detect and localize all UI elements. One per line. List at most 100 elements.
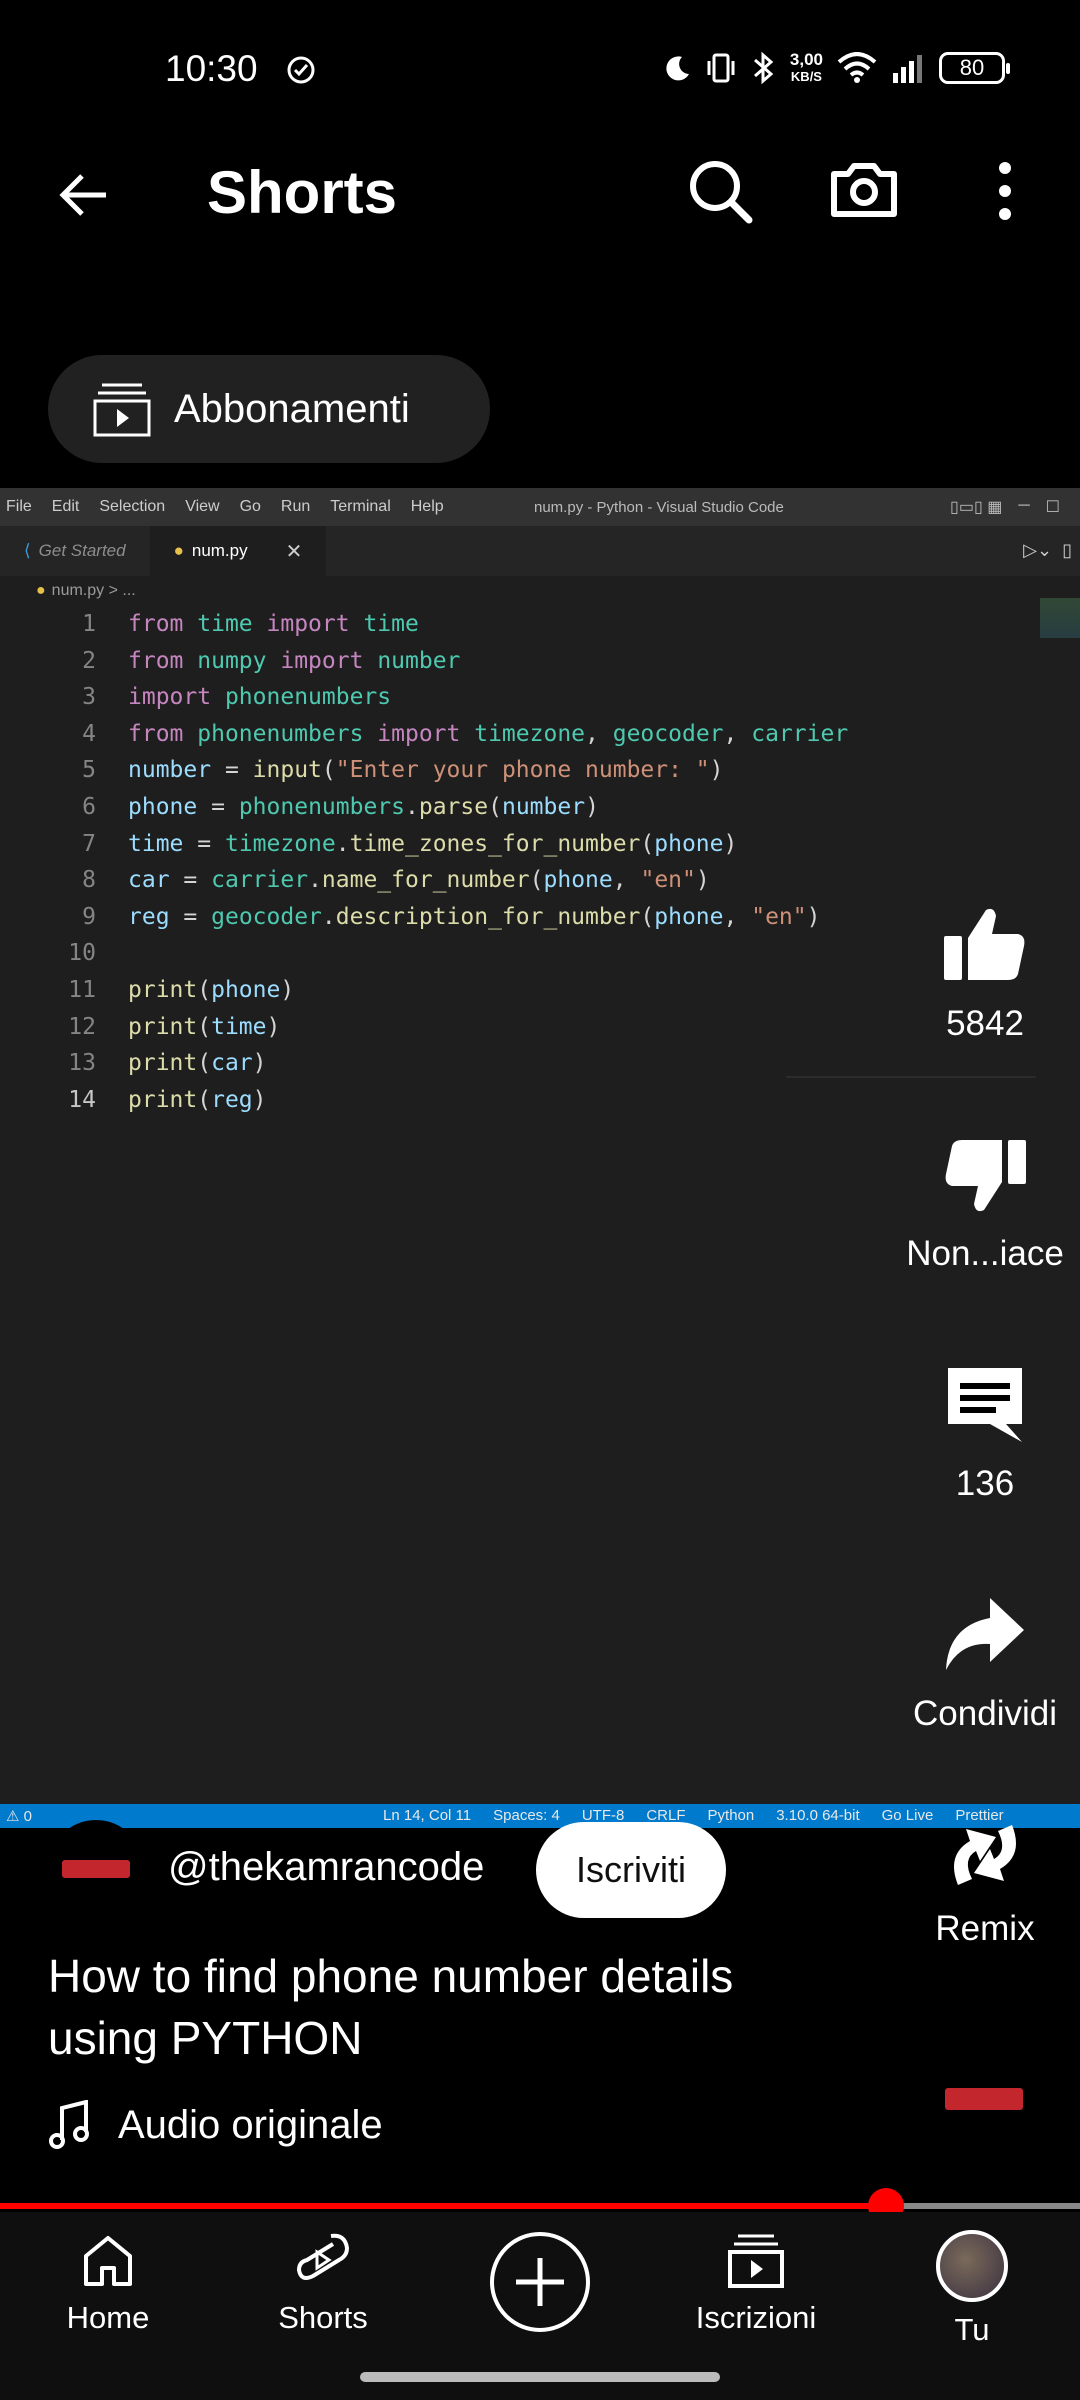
- editor-tabs: ⟨ Get Started ● num.py ✕ ▷⌄ ▯: [0, 526, 1080, 576]
- app-header: Shorts: [0, 140, 1080, 280]
- like-count: 5842: [946, 1004, 1024, 1043]
- window-title: num.py - Python - Visual Studio Code: [534, 499, 784, 516]
- progress-bar[interactable]: [0, 2188, 1080, 2224]
- code-line: 14 print(reg): [0, 1082, 1080, 1119]
- speed-unit: KB/S: [790, 69, 822, 84]
- vscode-menubar: File Edit Selection View Go Run Terminal…: [0, 488, 1080, 526]
- code-text: print(phone): [128, 976, 295, 1003]
- line-number: 14: [68, 1086, 96, 1113]
- close-tab-icon: ✕: [285, 540, 303, 563]
- channel-avatar[interactable]: [48, 1820, 144, 1916]
- code-line: 5 number = input("Enter your phone number…: [0, 752, 1080, 789]
- code-text: print(reg): [128, 1086, 267, 1113]
- nav-you[interactable]: Tu: [872, 2230, 1072, 2348]
- shorts-icon: [297, 2233, 349, 2280]
- code-text: car = carrier.name_for_number(phone, "en…: [128, 867, 710, 894]
- bluetooth-icon: [753, 51, 774, 85]
- remix-label: Remix: [935, 1909, 1035, 1948]
- channel-handle[interactable]: @thekamrancode: [168, 1845, 484, 1890]
- user-avatar: [936, 2230, 1008, 2302]
- code-text: time = timezone.time_zones_for_number(ph…: [128, 830, 738, 857]
- tab-label: num.py: [191, 541, 248, 560]
- status-bar: 10:30 3,00 KB/S 80: [0, 0, 1080, 140]
- subscribe-button[interactable]: Iscriviti: [536, 1822, 726, 1918]
- line-number: 6: [82, 793, 96, 820]
- more-vertical-icon[interactable]: [985, 156, 1025, 226]
- nav-home[interactable]: Home: [8, 2230, 208, 2336]
- create-button[interactable]: [490, 2232, 590, 2332]
- code-line: 2 from numpy import number: [0, 643, 1080, 680]
- menu-view: View: [185, 498, 220, 515]
- page-title: Shorts: [207, 159, 398, 226]
- nav-home-label: Home: [66, 2300, 150, 2335]
- search-icon[interactable]: [685, 156, 755, 226]
- maximize-icon: ☐: [1045, 499, 1060, 516]
- breadcrumb: ● num.py > ...: [0, 576, 1080, 606]
- network-speed: 3,00 KB/S: [790, 51, 823, 85]
- audio-label: Audio originale: [118, 2102, 383, 2147]
- comments-button[interactable]: 136: [880, 1360, 1080, 1504]
- signal-icon: [893, 55, 922, 83]
- home-indicator: [360, 2372, 720, 2382]
- line-number: 12: [68, 1013, 96, 1040]
- menu-terminal: Terminal: [330, 498, 391, 515]
- nav-shorts[interactable]: Shorts: [223, 2230, 423, 2336]
- menu-go: Go: [239, 498, 261, 515]
- dislike-label: Non...iace: [906, 1234, 1064, 1273]
- menu-help: Help: [410, 498, 444, 515]
- minimize-icon: ─: [1018, 497, 1030, 514]
- subscriptions-chip[interactable]: Abbonamenti: [48, 355, 490, 463]
- status-time: 10:30: [165, 48, 258, 89]
- comment-count: 136: [955, 1464, 1015, 1503]
- home-icon: [84, 2236, 132, 2286]
- code-line: 1 from time import time: [0, 606, 1080, 643]
- line-number: 8: [82, 867, 96, 894]
- share-icon: [946, 1598, 1024, 1670]
- subscriptions-icon: [728, 2234, 784, 2288]
- thumbs-up-icon: [944, 908, 1025, 980]
- nav-you-label: Tu: [954, 2312, 990, 2347]
- code-text: print(car): [128, 1050, 267, 1077]
- run-icon: ▷⌄: [1023, 540, 1053, 560]
- code-text: number = input("Enter your phone number:…: [128, 757, 724, 784]
- status-item: Ln 14, Col 11: [383, 1807, 472, 1824]
- progress-fill: [0, 2203, 886, 2209]
- code-text: from numpy import number: [128, 647, 461, 674]
- nav-subscriptions[interactable]: Iscrizioni: [656, 2230, 856, 2336]
- chip-label: Abbonamenti: [174, 386, 410, 431]
- back-arrow-icon[interactable]: [50, 160, 120, 230]
- code-text: phone = phonenumbers.parse(number): [128, 793, 599, 820]
- wifi-icon: [837, 52, 877, 83]
- line-number: 11: [68, 976, 96, 1003]
- remix-icon: [954, 1825, 1016, 1885]
- window-controls: ▯▭▯ ▦ ─ ☐: [950, 497, 1060, 517]
- channel-logo: [62, 1860, 130, 1878]
- share-button[interactable]: Condividi: [880, 1590, 1080, 1734]
- split-icon: ▯: [1062, 540, 1072, 560]
- plus-icon: [516, 2258, 564, 2306]
- audio-link[interactable]: Audio originale: [48, 2100, 383, 2150]
- check-circle-icon: [287, 56, 315, 84]
- line-number: 7: [82, 830, 96, 857]
- line-number: 1: [82, 611, 96, 637]
- subscriptions-icon: [93, 383, 151, 437]
- video-title[interactable]: How to find phone number details using P…: [48, 1945, 848, 2069]
- line-number: 2: [82, 647, 96, 674]
- camera-icon[interactable]: [828, 152, 900, 224]
- python-icon: ●: [173, 541, 184, 560]
- status-item: Python: [707, 1807, 755, 1824]
- current-line-highlight: [786, 1076, 1036, 1078]
- status-item: 3.10.0 64-bit: [776, 1807, 860, 1824]
- dislike-button[interactable]: Non...iace: [880, 1130, 1080, 1274]
- line-number: 13: [68, 1050, 96, 1077]
- like-button[interactable]: 5842: [880, 900, 1080, 1044]
- problems-count: ⚠ 0: [6, 1808, 32, 1825]
- tab-label: Get Started: [38, 541, 126, 560]
- audio-thumbnail[interactable]: [945, 2088, 1023, 2110]
- remix-button[interactable]: Remix: [880, 1815, 1080, 1949]
- code-text: print(time): [128, 1013, 281, 1040]
- vibrate-icon: [707, 53, 735, 83]
- menu-edit: Edit: [51, 498, 80, 515]
- comment-icon: [948, 1368, 1022, 1442]
